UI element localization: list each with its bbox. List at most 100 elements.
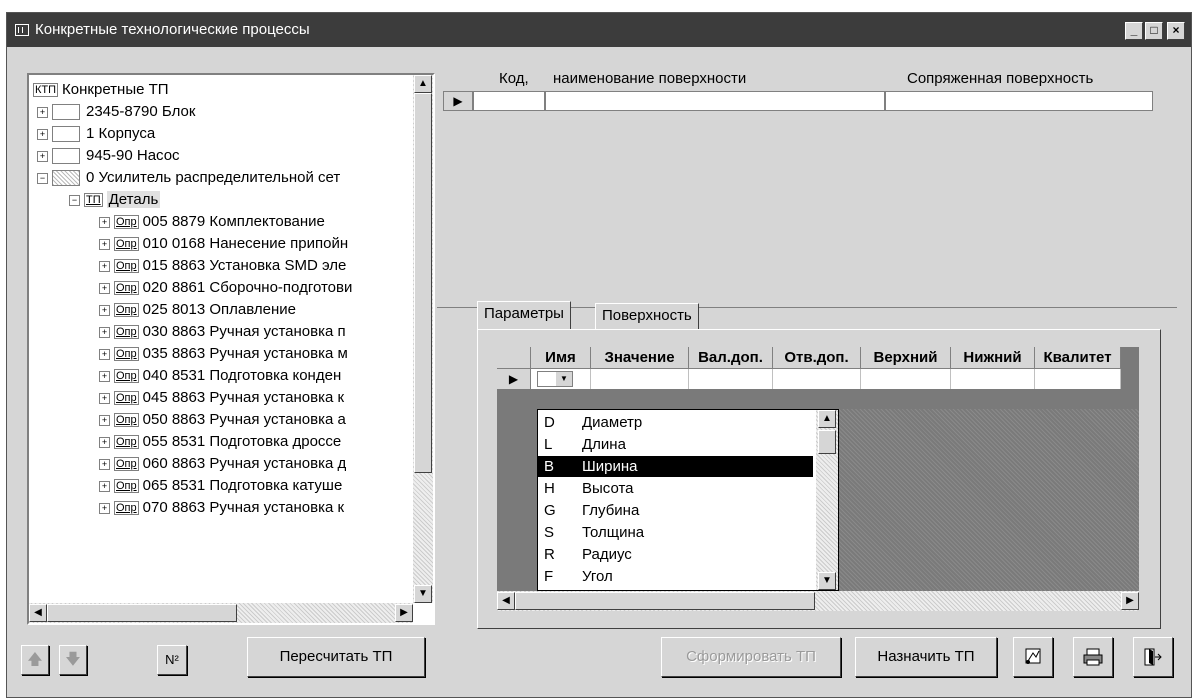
dropdown-item[interactable]: F Угол <box>538 566 813 587</box>
expand-icon[interactable]: + <box>37 128 48 140</box>
assign-tp-button[interactable]: Назначить ТП <box>855 637 997 677</box>
dropdown-item[interactable]: G Глубина <box>538 500 813 521</box>
expand-icon[interactable]: + <box>99 502 110 514</box>
grid-cell[interactable] <box>773 369 861 389</box>
tree-item[interactable]: − 0 Усилитель распределительной сет <box>37 167 340 189</box>
expand-icon[interactable]: + <box>37 106 48 118</box>
grid-scroll-right-icon[interactable]: ▶ <box>1121 592 1139 610</box>
tab-parameters[interactable]: Параметры <box>477 301 571 329</box>
tree-horizontal-scrollbar[interactable]: ◀ ▶ <box>29 603 413 623</box>
scroll-up-icon[interactable]: ▲ <box>414 75 432 93</box>
mated-surface-cell[interactable] <box>885 91 1153 111</box>
dropdown-scroll-down-icon[interactable]: ▼ <box>818 572 836 590</box>
print-button[interactable] <box>1073 637 1113 677</box>
expand-icon[interactable]: + <box>99 282 110 294</box>
recalc-tp-button[interactable]: Пересчитать ТП <box>247 637 425 677</box>
move-down-button[interactable]: 🡇 <box>59 645 87 675</box>
expand-icon[interactable]: + <box>99 414 110 426</box>
tab-surface[interactable]: Поверхность <box>595 303 699 329</box>
dropdown-item[interactable]: H Высота <box>538 478 813 499</box>
col-code: Код, <box>499 70 529 87</box>
tree-operation-item[interactable]: + Опр 045 8863 Ручная установка к <box>99 387 344 409</box>
expand-icon[interactable]: + <box>99 348 110 360</box>
grid-header-cell[interactable]: Квалитет <box>1035 347 1121 369</box>
name-dropdown-list[interactable]: D Диаметр L Длина B Ширина H Высота G Глубина S Тол… <box>537 409 839 591</box>
expand-icon[interactable]: + <box>99 370 110 382</box>
expand-icon[interactable]: + <box>99 436 110 448</box>
tree-item[interactable]: +2345-8790 Блок <box>37 101 195 123</box>
expand-icon[interactable]: + <box>99 238 110 250</box>
dropdown-item[interactable]: R Радиус <box>538 544 813 565</box>
grid-cell[interactable] <box>861 369 951 389</box>
tp-tag: ТП <box>84 193 103 208</box>
process-tree[interactable]: КТП Конкретные ТП +2345-8790 Блок +1 Корп… <box>27 73 435 625</box>
dropdown-scroll-up-icon[interactable]: ▲ <box>818 410 836 428</box>
tree-item[interactable]: +945-90 Насос <box>37 145 180 167</box>
grid-header-cell[interactable]: Значение <box>591 347 689 369</box>
form-tp-button[interactable]: Сформировать ТП <box>661 637 841 677</box>
tree-operation-item[interactable]: + Опр 005 8879 Комплектование <box>99 211 325 233</box>
grid-scroll-left-icon[interactable]: ◀ <box>497 592 515 610</box>
tree-operation-item[interactable]: + Опр 050 8863 Ручная установка а <box>99 409 346 431</box>
minimize-button[interactable]: _ <box>1125 22 1143 40</box>
expand-icon[interactable]: + <box>99 260 110 272</box>
tree-root[interactable]: КТП Конкретные ТП <box>33 79 169 101</box>
tree-operation-item[interactable]: + Опр 070 8863 Ручная установка к <box>99 497 344 519</box>
grid-header-cell[interactable]: Отв.доп. <box>773 347 861 369</box>
exit-button[interactable] <box>1133 637 1173 677</box>
grid-header-cell[interactable]: Нижний <box>951 347 1035 369</box>
expand-icon[interactable]: + <box>99 326 110 338</box>
tree-operation-item[interactable]: + Опр 055 8531 Подготовка дроссе <box>99 431 341 453</box>
expand-icon[interactable]: + <box>99 216 110 228</box>
expand-icon[interactable]: + <box>99 304 110 316</box>
tree-operation-item[interactable]: + Опр 025 8013 Оплавление <box>99 299 296 321</box>
grid-header-cell[interactable]: Верхний <box>861 347 951 369</box>
tree-operation-item[interactable]: + Опр 040 8531 Подготовка конден <box>99 365 341 387</box>
dropdown-item[interactable]: B Ширина <box>538 456 813 477</box>
tree-vertical-scrollbar[interactable]: ▲ ▼ <box>413 75 433 603</box>
surface-name-cell[interactable] <box>545 91 885 111</box>
tree-operation-item[interactable]: + Опр 065 8531 Подготовка катуше <box>99 475 342 497</box>
grid-header-cell[interactable]: Вал.доп. <box>689 347 773 369</box>
h-scroll-thumb[interactable] <box>47 604 237 622</box>
numbering-button[interactable]: N² <box>157 645 187 675</box>
tree-item-tp[interactable]: − ТП Деталь <box>69 189 161 211</box>
maximize-button[interactable]: □ <box>1145 22 1163 40</box>
close-button[interactable]: × <box>1167 22 1185 40</box>
grid-cell[interactable] <box>591 369 689 389</box>
grid-h-thumb[interactable] <box>515 592 815 610</box>
scroll-down-icon[interactable]: ▼ <box>414 585 432 603</box>
move-up-button[interactable]: 🡅 <box>21 645 49 675</box>
tree-operation-item[interactable]: + Опр 020 8861 Сборочно-подготови <box>99 277 352 299</box>
dropdown-item[interactable]: L Длина <box>538 434 813 455</box>
tree-operation-item[interactable]: + Опр 030 8863 Ручная установка п <box>99 321 346 343</box>
grid-header-cell[interactable]: Имя <box>531 347 591 369</box>
scroll-right-icon[interactable]: ▶ <box>395 604 413 622</box>
operation-tag: Опр <box>114 325 139 340</box>
tree-operation-item[interactable]: + Опр 010 0168 Нанесение припойн <box>99 233 348 255</box>
tree-operation-item[interactable]: + Опр 060 8863 Ручная установка д <box>99 453 346 475</box>
combo-dropdown-icon[interactable]: ▼ <box>556 372 572 386</box>
collapse-icon[interactable]: − <box>69 194 80 206</box>
tree-operation-item[interactable]: + Опр 035 8863 Ручная установка м <box>99 343 348 365</box>
dropdown-item[interactable]: S Толщина <box>538 522 813 543</box>
surface-code-cell[interactable] <box>473 91 545 111</box>
grid-cell[interactable] <box>1035 369 1121 389</box>
expand-icon[interactable]: + <box>37 150 48 162</box>
expand-icon[interactable]: + <box>99 392 110 404</box>
tree-operation-item[interactable]: + Опр 015 8863 Установка SMD эле <box>99 255 346 277</box>
scroll-left-icon[interactable]: ◀ <box>29 604 47 622</box>
scroll-thumb[interactable] <box>414 93 432 473</box>
grid-cell[interactable] <box>689 369 773 389</box>
name-combo[interactable]: ▼ <box>537 371 573 387</box>
collapse-icon[interactable]: − <box>37 172 48 184</box>
grid-cell[interactable] <box>951 369 1035 389</box>
expand-icon[interactable]: + <box>99 458 110 470</box>
grid-horizontal-scrollbar[interactable]: ◀ ▶ <box>497 591 1139 611</box>
dropdown-scrollbar[interactable]: ▲ ▼ <box>816 410 838 590</box>
dropdown-scroll-thumb[interactable] <box>818 430 836 454</box>
expand-icon[interactable]: + <box>99 480 110 492</box>
dropdown-item[interactable]: D Диаметр <box>538 412 813 433</box>
tools-button[interactable] <box>1013 637 1053 677</box>
tree-item[interactable]: +1 Корпуса <box>37 123 155 145</box>
